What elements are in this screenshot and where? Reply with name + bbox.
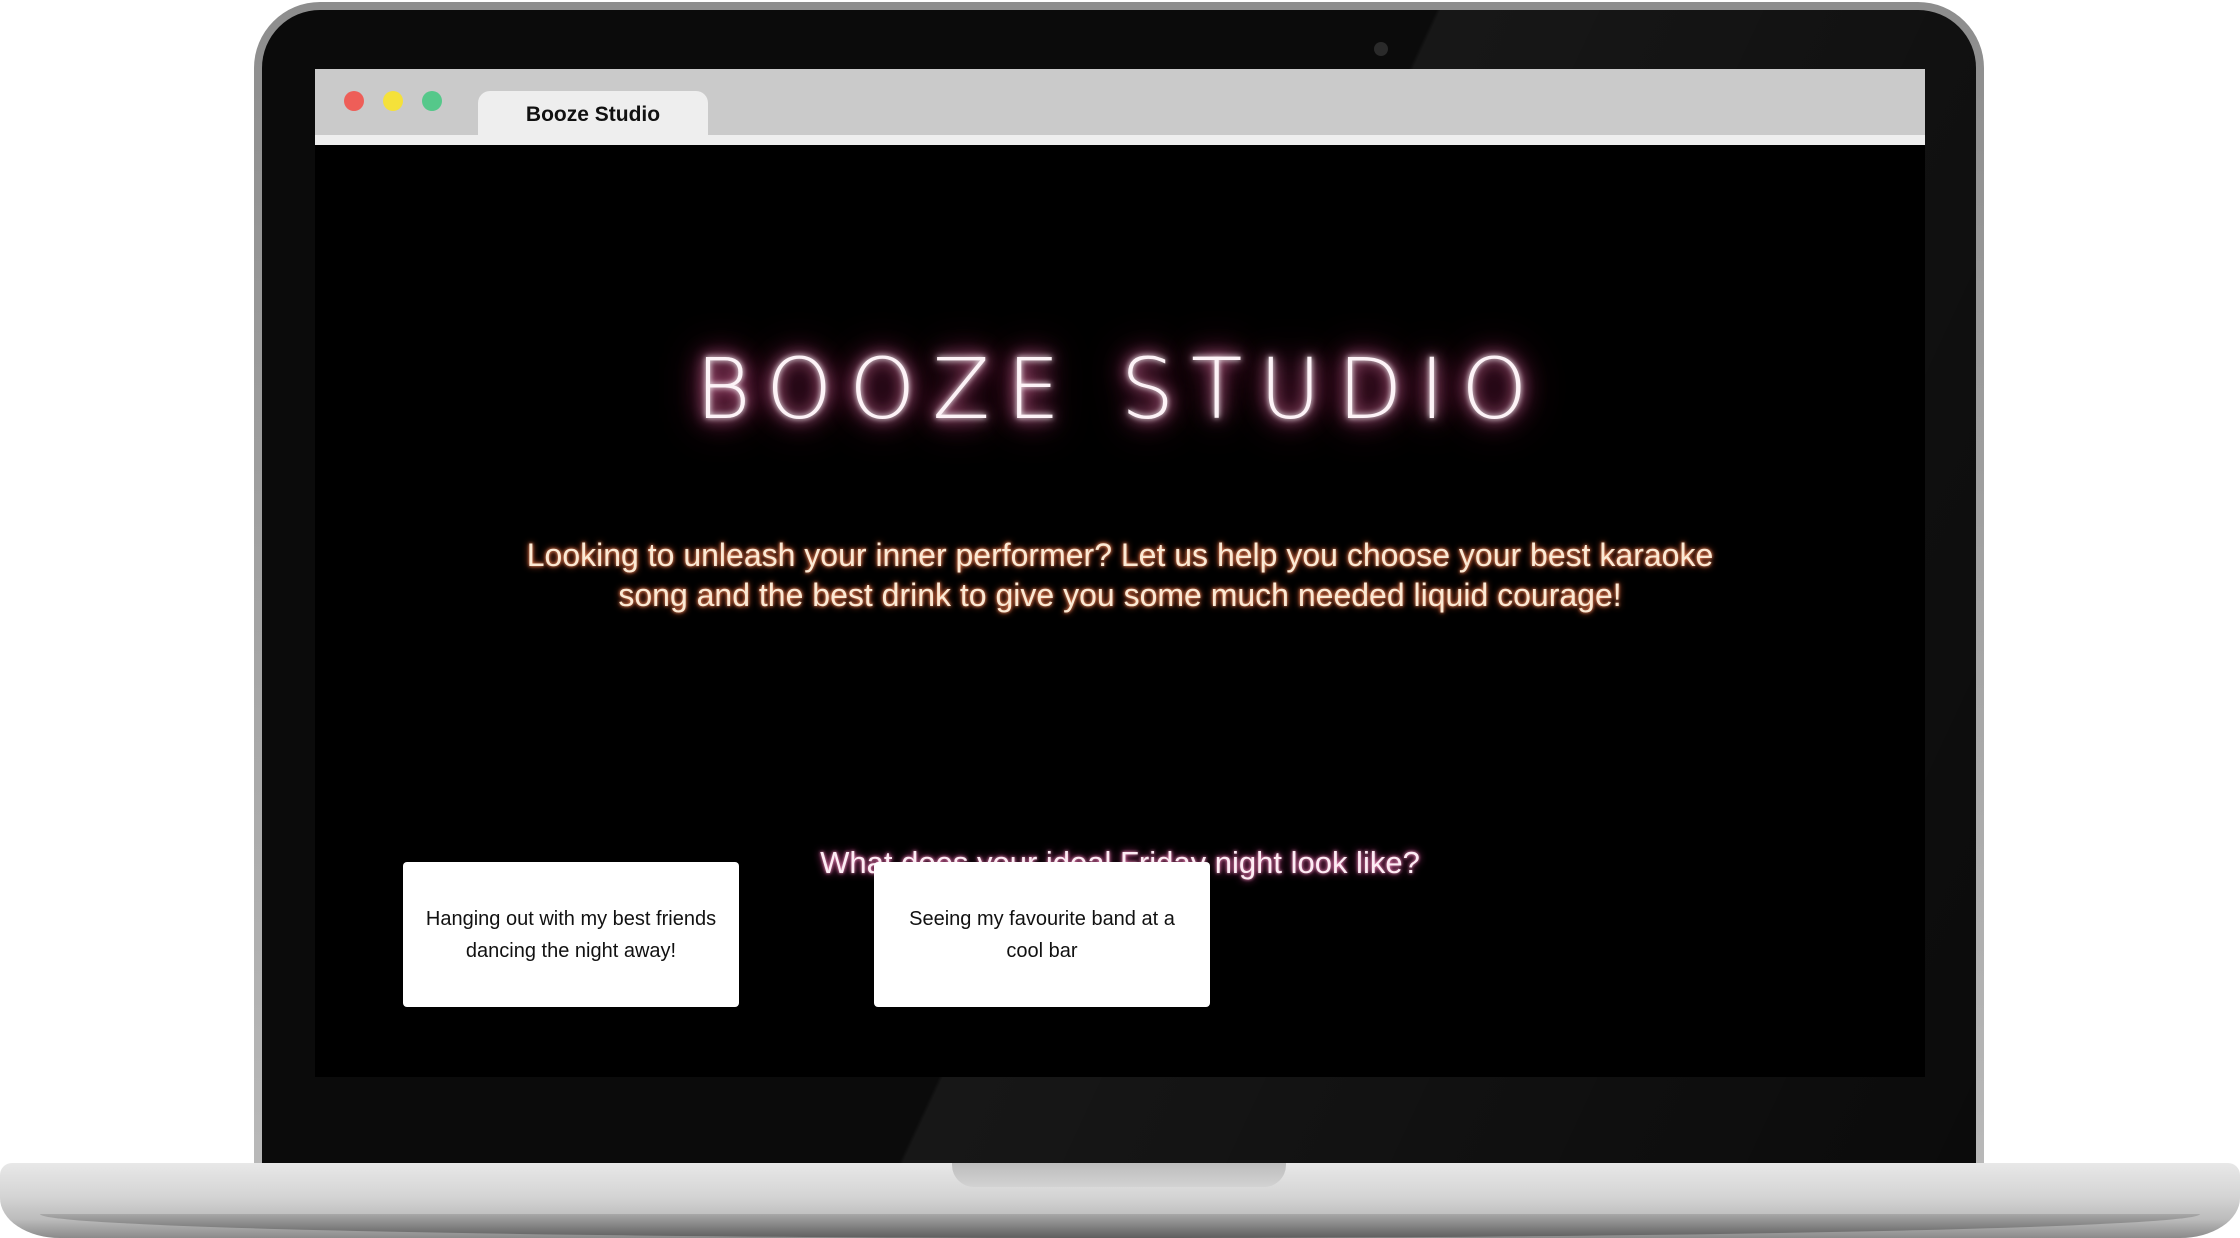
laptop-hinge-notch [952, 1163, 1286, 1187]
tagline: Looking to unleash your inner performer?… [526, 537, 1714, 613]
maximize-window-button[interactable] [422, 91, 442, 111]
answer-option-band[interactable]: Seeing my favourite band at a cool bar [874, 862, 1210, 1007]
camera-icon [1374, 42, 1388, 56]
close-window-button[interactable] [344, 91, 364, 111]
site-logo: BOOZE STUDIO [695, 340, 1545, 438]
browser-toolbar-strip [315, 135, 1925, 145]
browser-titlebar: Booze Studio [315, 69, 1925, 139]
answer-option-dancing[interactable]: Hanging out with my best friends dancing… [403, 862, 739, 1007]
browser-tab[interactable]: Booze Studio [478, 91, 708, 139]
minimize-window-button[interactable] [383, 91, 403, 111]
